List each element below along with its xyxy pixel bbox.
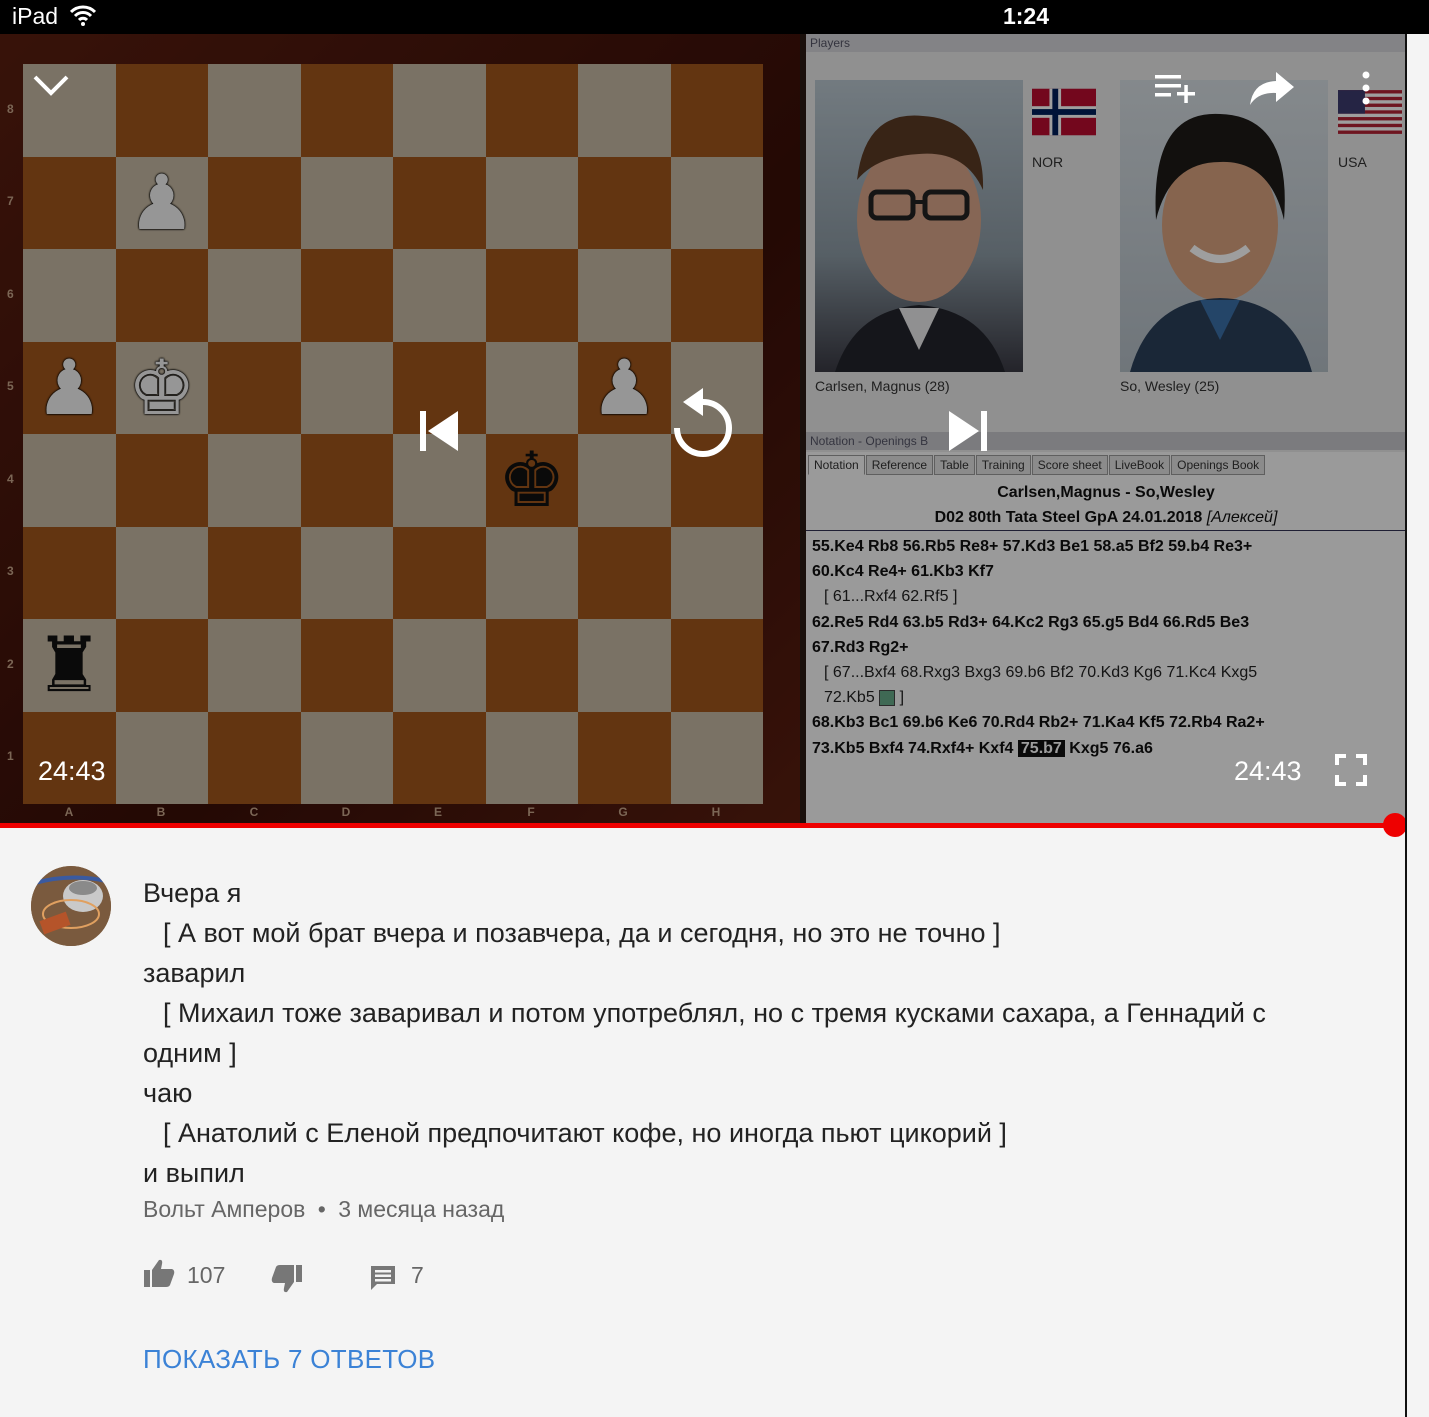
comment-line: одним ]	[143, 1038, 237, 1068]
comment-line: [ Михаил тоже заваривал и потом употребл…	[163, 998, 1266, 1028]
comment-author[interactable]: Вольт Амперов	[143, 1196, 305, 1222]
clock: 1:24	[1002, 3, 1050, 29]
comment-line: [ Анатолий с Еленой предпочитают кофе, н…	[163, 1118, 1007, 1148]
current-time: 24:43	[38, 756, 106, 786]
dislike-icon[interactable]	[271, 1264, 303, 1294]
comment-line: [ А вот мой брат вчера и позавчера, да и…	[163, 918, 1001, 948]
comment-text: Вчера я [ А вот мой брат вчера и позавче…	[143, 873, 1373, 1193]
status-bar: iPad 1:24	[0, 0, 1429, 34]
share-icon[interactable]	[1248, 70, 1296, 106]
fullscreen-icon[interactable]	[1335, 754, 1367, 786]
like-count: 107	[187, 1262, 226, 1288]
divider	[1405, 34, 1407, 1417]
comment-meta: Вольт Амперов • 3 месяца назад	[143, 1196, 504, 1223]
comment-line: чаю	[143, 1078, 193, 1108]
reply-count: 7	[411, 1262, 424, 1288]
more-icon[interactable]	[1359, 70, 1373, 106]
reply-icon[interactable]	[369, 1264, 397, 1292]
comment-line: и выпил	[143, 1158, 245, 1188]
add-to-queue-icon[interactable]	[1153, 72, 1197, 104]
next-icon[interactable]	[945, 409, 991, 453]
progress-scrubber[interactable]	[1383, 813, 1407, 837]
chevron-down-icon[interactable]	[32, 72, 70, 98]
show-replies-button[interactable]: ПОКАЗАТЬ 7 ОТВЕТОВ	[143, 1344, 435, 1375]
comment-age: 3 месяца назад	[338, 1196, 505, 1222]
avatar[interactable]	[31, 866, 111, 946]
comment-line: Вчера я	[143, 878, 242, 908]
replay-icon[interactable]	[668, 386, 738, 470]
current-time-right: 24:43	[1234, 756, 1302, 786]
like-icon[interactable]	[143, 1258, 175, 1288]
progress-bar[interactable]	[0, 823, 1396, 828]
comment-line: заварил	[143, 958, 246, 988]
video-player[interactable]: ♟ ♟ ♚ ♟ ♚ ♜ 8 7 6 5 4 3 2 1 A B C D E F G H P…	[0, 34, 1407, 824]
previous-icon[interactable]	[416, 409, 462, 453]
meta-separator: •	[317, 1196, 326, 1222]
